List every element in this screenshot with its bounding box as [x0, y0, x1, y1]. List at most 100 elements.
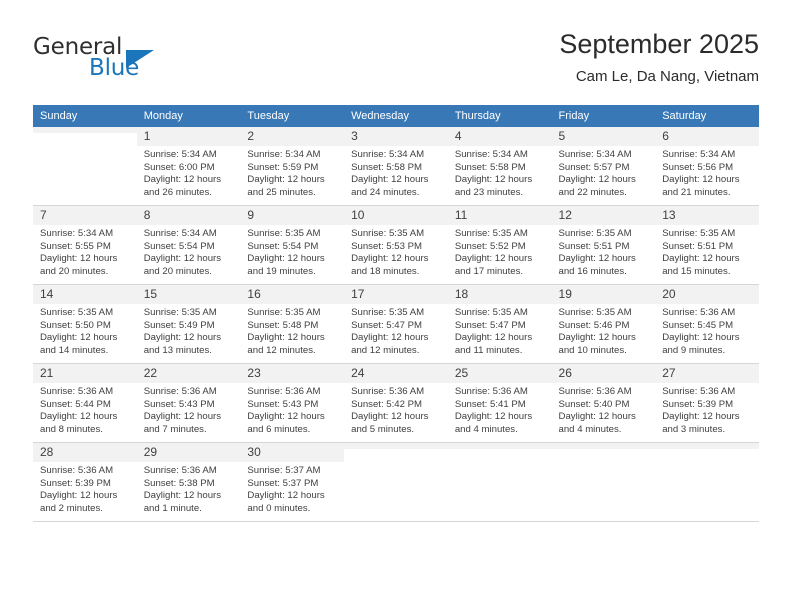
- sunset-text: Sunset: 5:38 PM: [143, 477, 215, 489]
- day-cell[interactable]: 28 Sunrise: 5:36 AM Sunset: 5:39 PM Dayl…: [33, 442, 137, 522]
- day-cell[interactable]: 10 Sunrise: 5:35 AM Sunset: 5:53 PM Dayl…: [344, 205, 448, 285]
- day-cell[interactable]: 22 Sunrise: 5:36 AM Sunset: 5:43 PM Dayl…: [136, 363, 241, 443]
- day-number: 21: [33, 364, 137, 383]
- sunset-text: Sunset: 5:39 PM: [40, 477, 111, 489]
- weekday-header-sunday: Sunday: [33, 105, 137, 127]
- day-cell[interactable]: 1 Sunrise: 5:34 AM Sunset: 6:00 PM Dayli…: [136, 127, 241, 206]
- day-info: Sunrise: 5:36 AM Sunset: 5:43 PM Dayligh…: [240, 383, 344, 436]
- day-info: Sunrise: 5:36 AM Sunset: 5:41 PM Dayligh…: [448, 383, 552, 436]
- sunset-text: Sunset: 5:42 PM: [351, 398, 423, 410]
- day-cell[interactable]: 17 Sunrise: 5:35 AM Sunset: 5:47 PM Dayl…: [344, 284, 448, 364]
- sunset-text: Sunset: 5:46 PM: [558, 319, 630, 331]
- calendar-table: Sunday Monday Tuesday Wednesday Thursday…: [33, 105, 759, 522]
- daylight-text-line2: and 10 minutes.: [558, 344, 627, 356]
- day-number: 19: [551, 285, 656, 304]
- day-info: Sunrise: 5:37 AM Sunset: 5:37 PM Dayligh…: [240, 462, 344, 515]
- day-cell[interactable]: 13 Sunrise: 5:35 AM Sunset: 5:51 PM Dayl…: [655, 205, 759, 285]
- daylight-text-line2: and 12 minutes.: [247, 344, 316, 356]
- day-cell[interactable]: 27 Sunrise: 5:36 AM Sunset: 5:39 PM Dayl…: [655, 363, 759, 443]
- day-cell[interactable]: 20 Sunrise: 5:36 AM Sunset: 5:45 PM Dayl…: [655, 284, 759, 364]
- daylight-text-line1: Daylight: 12 hours: [662, 332, 740, 344]
- day-cell[interactable]: 23 Sunrise: 5:36 AM Sunset: 5:43 PM Dayl…: [240, 363, 345, 443]
- day-cell[interactable]: [655, 442, 759, 522]
- day-cell[interactable]: 5 Sunrise: 5:34 AM Sunset: 5:57 PM Dayli…: [551, 127, 656, 206]
- day-number: 15: [136, 285, 241, 304]
- calendar-week-row: 28 Sunrise: 5:36 AM Sunset: 5:39 PM Dayl…: [33, 442, 759, 522]
- day-number: 6: [655, 127, 759, 146]
- day-number: 9: [240, 206, 345, 225]
- day-cell[interactable]: 8 Sunrise: 5:34 AM Sunset: 5:54 PM Dayli…: [136, 205, 241, 285]
- day-number: 27: [655, 364, 759, 383]
- day-cell[interactable]: [344, 442, 448, 522]
- day-cell[interactable]: 19 Sunrise: 5:35 AM Sunset: 5:46 PM Dayl…: [551, 284, 656, 364]
- daylight-text-line2: and 13 minutes.: [143, 344, 212, 356]
- day-cell[interactable]: [33, 127, 137, 206]
- day-number: 12: [551, 206, 656, 225]
- day-cell[interactable]: 6 Sunrise: 5:34 AM Sunset: 5:56 PM Dayli…: [655, 127, 759, 206]
- daylight-text-line2: and 4 minutes.: [454, 423, 518, 435]
- daylight-text-line2: and 2 minutes.: [40, 502, 103, 514]
- day-cell[interactable]: 4 Sunrise: 5:34 AM Sunset: 5:58 PM Dayli…: [447, 127, 552, 206]
- generalblue-logo[interactable]: General Blue: [33, 34, 233, 90]
- sunset-text: Sunset: 5:47 PM: [351, 319, 423, 331]
- page-title: September 2025: [559, 29, 759, 59]
- calendar-page: General Blue September 2025 Cam Le, Da N…: [0, 0, 792, 612]
- sunrise-text: Sunrise: 5:34 AM: [454, 149, 528, 160]
- day-number: 28: [33, 443, 137, 462]
- sunrise-text: Sunrise: 5:36 AM: [454, 386, 528, 397]
- sunset-text: Sunset: 5:51 PM: [558, 240, 630, 252]
- day-info: [33, 133, 137, 136]
- logo-text-blue: Blue: [89, 55, 140, 81]
- day-cell[interactable]: 16 Sunrise: 5:35 AM Sunset: 5:48 PM Dayl…: [240, 284, 345, 364]
- day-cell[interactable]: [551, 442, 656, 522]
- day-cell[interactable]: 12 Sunrise: 5:35 AM Sunset: 5:51 PM Dayl…: [551, 205, 656, 285]
- daylight-text-line1: Daylight: 12 hours: [247, 174, 325, 186]
- day-info: Sunrise: 5:34 AM Sunset: 5:56 PM Dayligh…: [655, 146, 759, 199]
- day-cell[interactable]: 24 Sunrise: 5:36 AM Sunset: 5:42 PM Dayl…: [344, 363, 448, 443]
- day-cell[interactable]: [447, 442, 552, 522]
- sunset-text: Sunset: 5:59 PM: [247, 161, 319, 173]
- day-cell[interactable]: 21 Sunrise: 5:36 AM Sunset: 5:44 PM Dayl…: [33, 363, 137, 443]
- day-info: Sunrise: 5:34 AM Sunset: 5:55 PM Dayligh…: [33, 225, 137, 278]
- daylight-text-line2: and 20 minutes.: [40, 265, 109, 277]
- sunset-text: Sunset: 5:43 PM: [247, 398, 319, 410]
- daylight-text-line1: Daylight: 12 hours: [454, 411, 533, 423]
- day-cell[interactable]: 25 Sunrise: 5:36 AM Sunset: 5:41 PM Dayl…: [447, 363, 552, 443]
- sunrise-text: Sunrise: 5:35 AM: [558, 307, 632, 318]
- day-info: Sunrise: 5:34 AM Sunset: 6:00 PM Dayligh…: [137, 146, 241, 199]
- weekday-header-saturday: Saturday: [655, 105, 759, 127]
- day-number: 1: [136, 127, 241, 146]
- daylight-text-line1: Daylight: 12 hours: [351, 253, 429, 265]
- sunrise-text: Sunrise: 5:35 AM: [351, 228, 425, 239]
- day-number: 23: [240, 364, 345, 383]
- day-cell[interactable]: 9 Sunrise: 5:35 AM Sunset: 5:54 PM Dayli…: [240, 205, 345, 285]
- day-info: Sunrise: 5:35 AM Sunset: 5:46 PM Dayligh…: [552, 304, 656, 357]
- calendar-week-row: 14 Sunrise: 5:35 AM Sunset: 5:50 PM Dayl…: [33, 284, 759, 364]
- day-number: 11: [447, 206, 552, 225]
- sunrise-text: Sunrise: 5:35 AM: [454, 228, 528, 239]
- day-cell[interactable]: 29 Sunrise: 5:36 AM Sunset: 5:38 PM Dayl…: [136, 442, 241, 522]
- day-cell[interactable]: 18 Sunrise: 5:35 AM Sunset: 5:47 PM Dayl…: [447, 284, 552, 364]
- sunrise-text: Sunrise: 5:35 AM: [662, 228, 736, 239]
- day-cell[interactable]: 2 Sunrise: 5:34 AM Sunset: 5:59 PM Dayli…: [240, 127, 345, 206]
- title-block: September 2025 Cam Le, Da Nang, Vietnam: [559, 28, 759, 88]
- calendar-body: 1 Sunrise: 5:34 AM Sunset: 6:00 PM Dayli…: [33, 127, 759, 522]
- sunrise-text: Sunrise: 5:34 AM: [40, 228, 114, 239]
- day-info: Sunrise: 5:35 AM Sunset: 5:54 PM Dayligh…: [240, 225, 344, 278]
- day-number: 26: [551, 364, 656, 383]
- daylight-text-line2: and 22 minutes.: [558, 186, 627, 198]
- day-cell[interactable]: 30 Sunrise: 5:37 AM Sunset: 5:37 PM Dayl…: [240, 442, 345, 522]
- weekday-header-tuesday: Tuesday: [240, 105, 345, 127]
- day-cell[interactable]: 3 Sunrise: 5:34 AM Sunset: 5:58 PM Dayli…: [344, 127, 448, 206]
- weekday-header-thursday: Thursday: [447, 105, 552, 127]
- sunset-text: Sunset: 5:58 PM: [351, 161, 423, 173]
- day-cell[interactable]: 26 Sunrise: 5:36 AM Sunset: 5:40 PM Dayl…: [551, 363, 656, 443]
- day-cell[interactable]: 14 Sunrise: 5:35 AM Sunset: 5:50 PM Dayl…: [33, 284, 137, 364]
- day-cell[interactable]: 15 Sunrise: 5:35 AM Sunset: 5:49 PM Dayl…: [136, 284, 241, 364]
- day-cell[interactable]: 11 Sunrise: 5:35 AM Sunset: 5:52 PM Dayl…: [447, 205, 552, 285]
- day-number: 20: [655, 285, 759, 304]
- day-number: 7: [33, 206, 137, 225]
- day-cell[interactable]: 7 Sunrise: 5:34 AM Sunset: 5:55 PM Dayli…: [33, 205, 137, 285]
- daylight-text-line1: Daylight: 12 hours: [247, 490, 325, 502]
- daylight-text-line1: Daylight: 12 hours: [247, 253, 325, 265]
